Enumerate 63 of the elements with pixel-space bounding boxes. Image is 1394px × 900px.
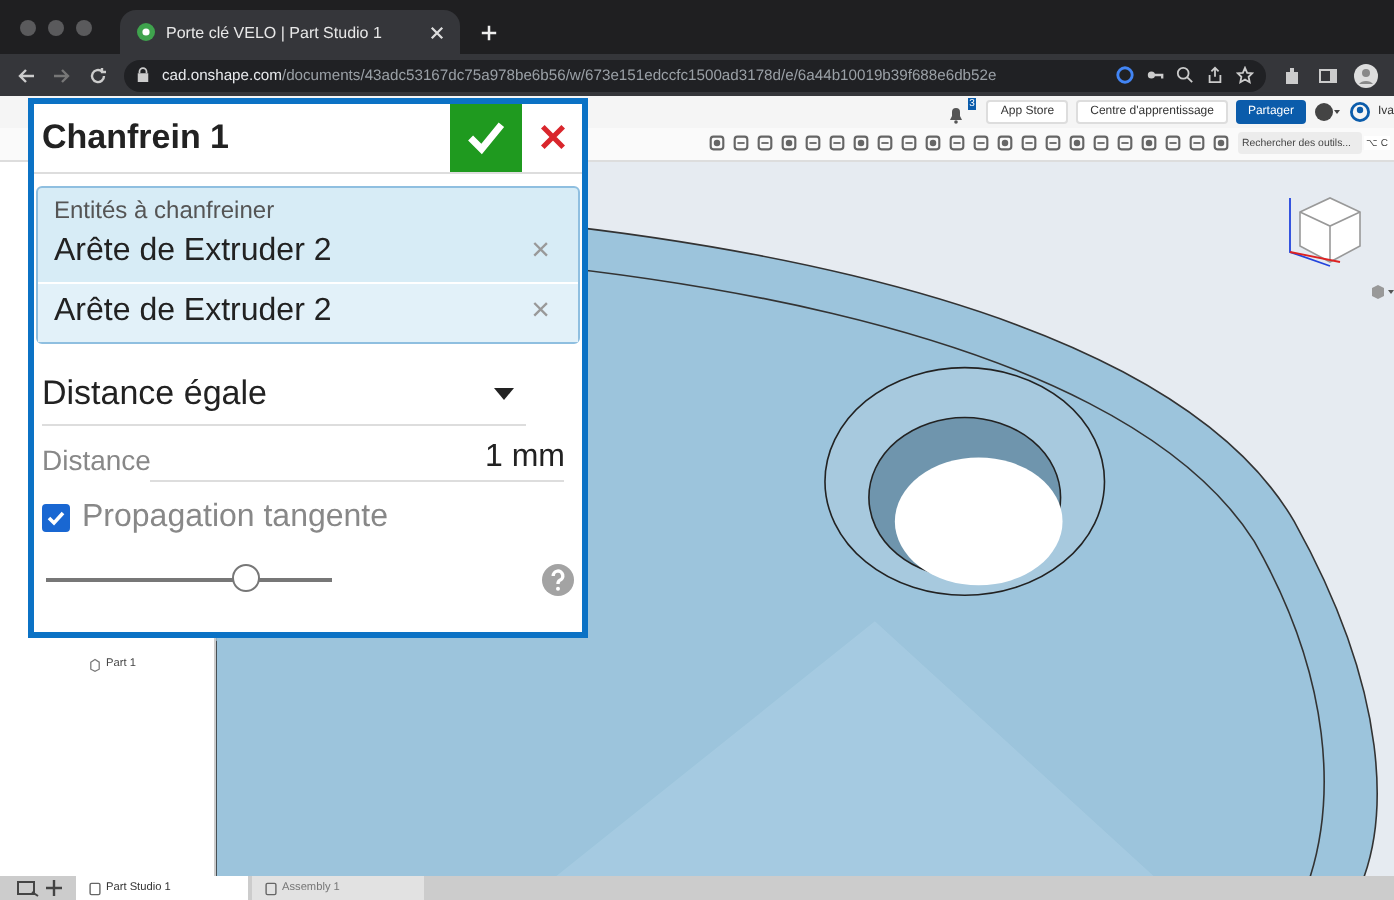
tool-icon[interactable] bbox=[900, 134, 918, 153]
tool-icon[interactable] bbox=[1020, 134, 1038, 153]
user-icon[interactable] bbox=[1349, 101, 1370, 122]
document-tab-icon bbox=[88, 881, 102, 895]
window-zoom-dot[interactable] bbox=[76, 19, 92, 36]
part-icon bbox=[88, 657, 102, 672]
close-icon bbox=[535, 120, 569, 155]
key-icon[interactable] bbox=[1146, 66, 1164, 85]
distance-label: Distance bbox=[42, 443, 151, 476]
browser-tab[interactable]: Porte clé VELO | Part Studio 1 bbox=[120, 10, 460, 55]
notification-bell-icon[interactable] bbox=[946, 103, 967, 124]
star-icon[interactable] bbox=[1236, 66, 1254, 85]
render-mode-icon[interactable] bbox=[1370, 281, 1394, 302]
tool-icon[interactable] bbox=[948, 134, 966, 153]
tool-icon[interactable] bbox=[1188, 134, 1206, 153]
tool-icon[interactable] bbox=[1092, 134, 1110, 153]
new-tab-icon[interactable] bbox=[480, 24, 498, 43]
share-icon[interactable] bbox=[1206, 66, 1224, 85]
tool-icon[interactable] bbox=[1140, 134, 1158, 153]
side-panel-icon[interactable] bbox=[1318, 65, 1338, 86]
chamfer-type-dropdown[interactable]: Distance égale bbox=[42, 363, 526, 426]
browser-tab-title: Porte clé VELO | Part Studio 1 bbox=[166, 23, 384, 42]
tool-icon[interactable] bbox=[1068, 134, 1086, 153]
reload-icon[interactable] bbox=[88, 65, 108, 86]
window-minimize-dot[interactable] bbox=[48, 19, 64, 36]
tool-icon[interactable] bbox=[1044, 134, 1062, 153]
selection-label: Entités à chanfreiner bbox=[52, 195, 277, 224]
site-logo-icon bbox=[136, 22, 156, 43]
tool-icon[interactable] bbox=[1212, 134, 1230, 153]
selection-item[interactable]: Arête de Extruder 2 × bbox=[38, 283, 578, 342]
tool-icon[interactable] bbox=[924, 134, 942, 153]
extensions-icon[interactable] bbox=[1282, 65, 1302, 86]
profile-avatar-icon[interactable] bbox=[1354, 63, 1378, 88]
tool-icon[interactable] bbox=[828, 134, 846, 153]
dialog-title: Chanfrein 1 bbox=[40, 117, 232, 158]
forward-icon[interactable] bbox=[52, 65, 72, 86]
tool-icon[interactable] bbox=[972, 134, 990, 153]
checkbox-label: Propagation tangente bbox=[82, 499, 389, 536]
add-tab-icon[interactable] bbox=[44, 878, 64, 898]
tool-icon[interactable] bbox=[1116, 134, 1134, 153]
help-menu-icon[interactable] bbox=[1313, 101, 1342, 122]
checkbox[interactable] bbox=[42, 503, 70, 532]
google-icon[interactable] bbox=[1116, 66, 1134, 85]
tool-icon[interactable] bbox=[756, 134, 774, 153]
document-tab-icon bbox=[264, 881, 278, 895]
tool-icon[interactable] bbox=[996, 134, 1014, 153]
tool-icon[interactable] bbox=[708, 134, 726, 153]
back-icon[interactable] bbox=[16, 65, 36, 86]
window-close-dot[interactable] bbox=[20, 19, 36, 36]
close-icon[interactable] bbox=[430, 25, 444, 40]
zoom-icon[interactable] bbox=[1176, 66, 1194, 85]
tool-icon[interactable] bbox=[780, 134, 798, 153]
tool-icon[interactable] bbox=[732, 134, 750, 153]
lock-icon bbox=[136, 66, 150, 85]
selection-list[interactable]: Entités à chanfreiner Arête de Extruder 2 × Arête de Extruder 2 × bbox=[36, 185, 580, 344]
caret-icon bbox=[494, 387, 514, 400]
slider-thumb[interactable] bbox=[232, 563, 261, 592]
confirm-button[interactable] bbox=[450, 103, 522, 172]
tab-manager-icon[interactable] bbox=[16, 878, 40, 898]
tool-icon[interactable] bbox=[804, 134, 822, 153]
tool-icon[interactable] bbox=[1164, 134, 1182, 153]
tool-icon[interactable] bbox=[876, 134, 894, 153]
tool-icon[interactable] bbox=[852, 134, 870, 153]
